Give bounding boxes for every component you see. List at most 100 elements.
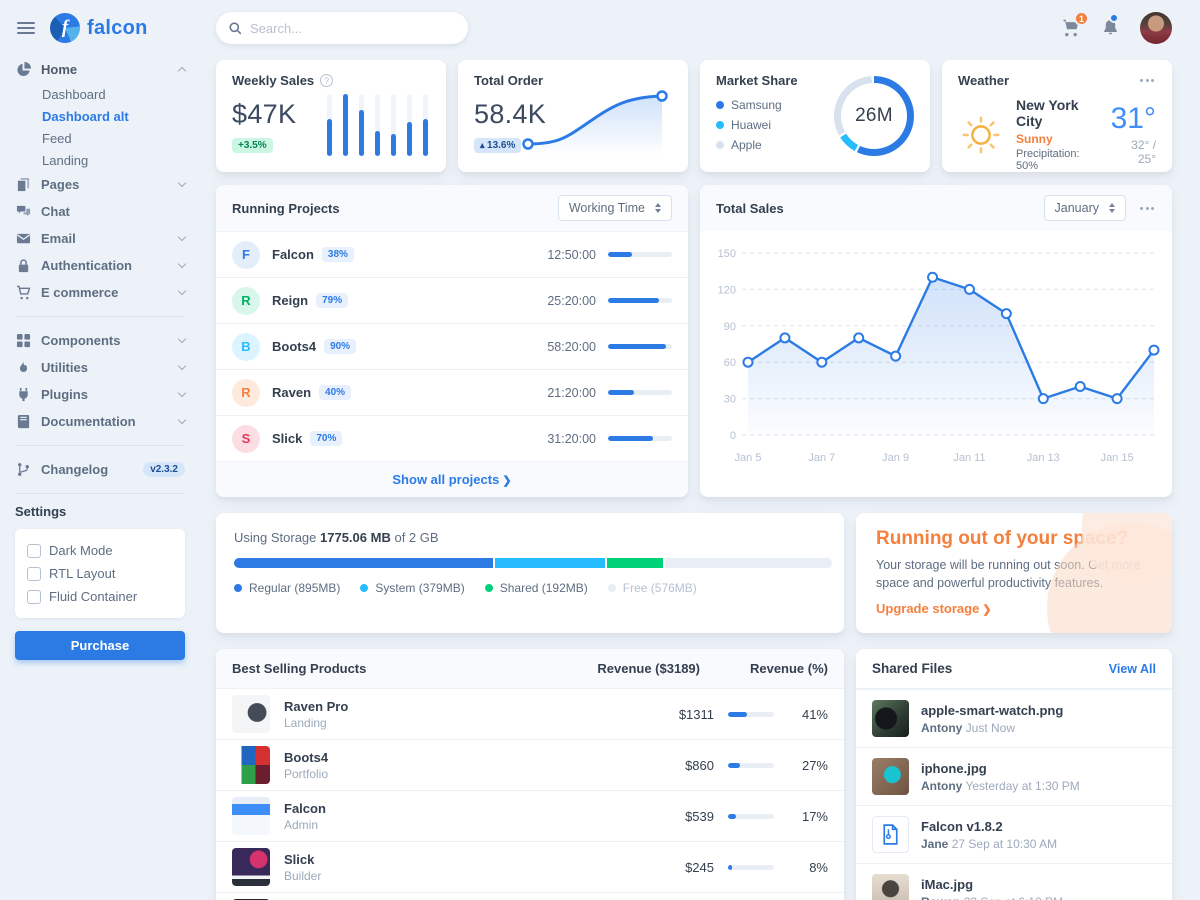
- storage-row: Using Storage 1775.06 MB of 2 GB Regular…: [216, 513, 1172, 633]
- project-row[interactable]: R Reign 79% 25:20:00: [216, 277, 688, 323]
- storage-legend: Regular (895MB) System (379MB) Shared (1…: [234, 581, 826, 595]
- shared-files-card: Shared Files View All apple-smart-watch.…: [856, 649, 1172, 900]
- dark-mode-checkbox[interactable]: [27, 544, 41, 558]
- show-all-projects-link[interactable]: Show all projects: [216, 461, 688, 497]
- sidebar-item-ecommerce[interactable]: E commerce: [15, 279, 185, 306]
- cart-count-badge: 1: [1074, 11, 1089, 26]
- total-sales-chart: 0306090120150Jan 5Jan 7Jan 9Jan 11Jan 13…: [700, 231, 1172, 492]
- help-icon[interactable]: [320, 74, 333, 87]
- project-row[interactable]: R Raven 40% 21:20:00: [216, 369, 688, 415]
- fluid-container-checkbox[interactable]: [27, 590, 41, 604]
- cart-button[interactable]: 1: [1061, 18, 1081, 38]
- total-order-badge: 13.6%: [474, 138, 521, 153]
- settings-heading: Settings: [15, 504, 185, 519]
- file-item[interactable]: iphone.jpg Antony Yesterday at 1:30 PM: [856, 747, 1172, 805]
- chevron-down-icon: [178, 179, 186, 187]
- divider: [15, 445, 185, 446]
- sidebar-item-plugins[interactable]: Plugins: [15, 381, 185, 408]
- upgrade-storage-link[interactable]: Upgrade storage: [876, 601, 992, 616]
- weekly-sales-bar-chart: [327, 94, 428, 156]
- upgrade-space-card: Running out of your space? Your storage …: [856, 513, 1172, 633]
- chevron-down-icon: [178, 389, 186, 397]
- revenue-pct-column-header: Revenue (%): [700, 661, 828, 676]
- promo-title: Running out of your space?: [876, 528, 1152, 550]
- weekly-sales-card: Weekly Sales $47K +3.5%: [216, 60, 446, 172]
- cart-icon: [15, 285, 31, 300]
- purchase-button[interactable]: Purchase: [15, 631, 185, 660]
- product-row[interactable]: Raven ProLanding $1311 41%: [216, 688, 844, 739]
- storage-usage-bar: [234, 558, 826, 568]
- chevron-down-icon: [178, 260, 186, 268]
- topbar: 1: [216, 0, 1172, 56]
- product-row[interactable]: SlickBuilder $245 8%: [216, 841, 844, 892]
- progress-bar: [608, 436, 672, 441]
- project-avatar: R: [232, 379, 260, 407]
- weather-temp: 31°: [1111, 104, 1156, 134]
- sidebar-item-authentication[interactable]: Authentication: [15, 252, 185, 279]
- view-all-link[interactable]: View All: [1109, 662, 1156, 676]
- svg-text:60: 60: [724, 357, 736, 369]
- chevron-down-icon: [178, 416, 186, 424]
- sidebar-item-chat[interactable]: Chat: [15, 198, 185, 225]
- middle-row: Running Projects Working Time F Falcon 3…: [216, 185, 1172, 497]
- book-icon: [15, 414, 31, 429]
- dots-menu-icon[interactable]: [1138, 203, 1156, 214]
- svg-text:Jan 11: Jan 11: [953, 452, 985, 464]
- month-select[interactable]: January: [1044, 195, 1126, 221]
- notifications-button[interactable]: [1101, 18, 1120, 38]
- fluid-container-toggle[interactable]: Fluid Container: [27, 585, 173, 608]
- sidebar-item-landing[interactable]: Landing: [15, 149, 185, 171]
- revenue-progress-bar: [728, 814, 774, 819]
- sidebar-item-documentation[interactable]: Documentation: [15, 408, 185, 435]
- sidebar-item-feed[interactable]: Feed: [15, 127, 185, 149]
- file-item[interactable]: iMac.jpg Rowen 23 Sep at 6:10 PM: [856, 863, 1172, 900]
- falcon-logo[interactable]: f falcon: [50, 13, 148, 43]
- working-time-select[interactable]: Working Time: [558, 195, 672, 221]
- sidebar-item-dashboard[interactable]: Dashboard: [15, 83, 185, 105]
- revenue-column-header: Revenue ($3189): [597, 661, 700, 676]
- search-box[interactable]: [216, 12, 468, 44]
- divider: [15, 493, 185, 494]
- product-row[interactable]: FalconAdmin $539 17%: [216, 790, 844, 841]
- file-item[interactable]: apple-smart-watch.png Antony Just Now: [856, 689, 1172, 747]
- sidebar-top: f falcon: [15, 0, 185, 56]
- project-row[interactable]: S Slick 70% 31:20:00: [216, 415, 688, 461]
- rtl-layout-toggle[interactable]: RTL Layout: [27, 562, 173, 585]
- sidebar-item-dashboard-alt[interactable]: Dashboard alt: [15, 105, 185, 127]
- svg-text:Jan 13: Jan 13: [1027, 452, 1060, 464]
- zip-file-icon: [872, 816, 909, 853]
- search-input[interactable]: [250, 21, 455, 36]
- svg-text:Jan 5: Jan 5: [735, 452, 762, 464]
- stats-row: Weekly Sales $47K +3.5% Total Order 58.4…: [216, 60, 1172, 172]
- sidebar-item-home[interactable]: Home: [15, 56, 185, 83]
- rtl-layout-checkbox[interactable]: [27, 567, 41, 581]
- product-row[interactable]: Boots4Portfolio $860 27%: [216, 739, 844, 790]
- pages-icon: [15, 177, 31, 192]
- card-title: Weekly Sales: [232, 73, 314, 88]
- legend-dot: [716, 141, 724, 149]
- dots-menu-icon[interactable]: [1138, 75, 1156, 86]
- settings-card: Dark Mode RTL Layout Fluid Container: [15, 529, 185, 618]
- sidebar-item-pages[interactable]: Pages: [15, 171, 185, 198]
- market-share-card: Market Share Samsung Huawei Apple 26M: [700, 60, 930, 172]
- file-item[interactable]: Falcon v1.8.2 Jane 27 Sep at 10:30 AM: [856, 805, 1172, 863]
- project-row[interactable]: B Boots4 90% 58:20:00: [216, 323, 688, 369]
- sidebar-item-utilities[interactable]: Utilities: [15, 354, 185, 381]
- project-avatar: F: [232, 241, 260, 269]
- sidebar-item-components[interactable]: Components: [15, 327, 185, 354]
- card-title: Best Selling Products: [232, 661, 366, 676]
- progress-bar: [608, 252, 672, 257]
- sidebar-item-email[interactable]: Email: [15, 225, 185, 252]
- app: f falcon Home Dashboard Dashboard alt Fe…: [0, 0, 1200, 900]
- project-row[interactable]: F Falcon 38% 12:50:00: [216, 231, 688, 277]
- file-thumbnail: [872, 874, 909, 900]
- product-thumbnail: [232, 695, 270, 733]
- dark-mode-toggle[interactable]: Dark Mode: [27, 539, 173, 562]
- progress-bar: [608, 390, 672, 395]
- sidebar-item-changelog[interactable]: Changelog v2.3.2: [15, 456, 185, 483]
- storage-used-value: 1775.06 MB: [320, 530, 391, 545]
- hamburger-menu-icon[interactable]: [15, 18, 37, 38]
- running-projects-card: Running Projects Working Time F Falcon 3…: [216, 185, 688, 497]
- card-title: Total Sales: [716, 201, 784, 216]
- user-avatar[interactable]: [1140, 12, 1172, 44]
